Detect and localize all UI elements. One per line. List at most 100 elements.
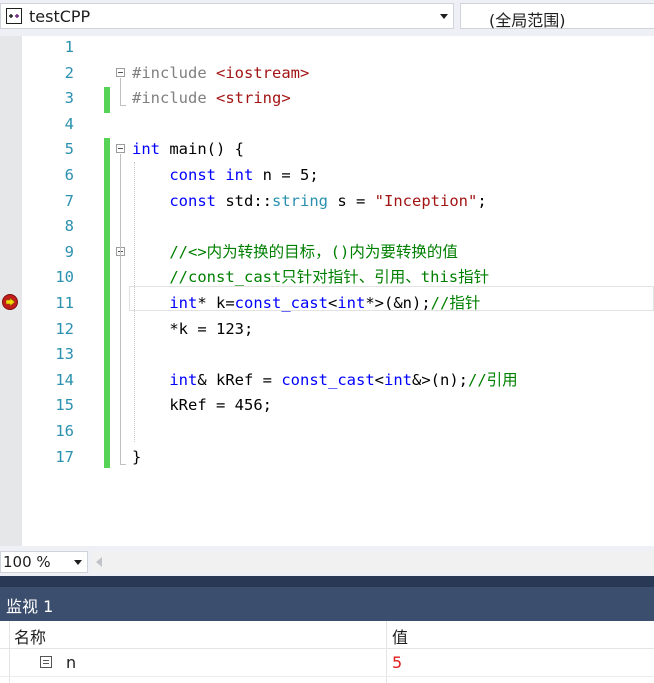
code-token: const bbox=[169, 191, 216, 210]
code-line[interactable]: 6 const int n = 5; bbox=[0, 163, 654, 189]
line-number: 2 bbox=[64, 63, 74, 82]
code-line[interactable]: 4 bbox=[0, 112, 654, 138]
column-divider bbox=[9, 621, 10, 649]
column-divider[interactable] bbox=[386, 621, 387, 649]
code-token: //引用 bbox=[468, 370, 518, 389]
panel-splitter[interactable] bbox=[0, 576, 654, 587]
project-name: testCPP bbox=[29, 7, 91, 26]
code-token: s = bbox=[328, 191, 375, 210]
line-number: 8 bbox=[64, 217, 74, 236]
code-token: #include bbox=[132, 89, 216, 108]
scope-name: (全局范围) bbox=[489, 11, 566, 30]
code-text[interactable]: const int n = 5; bbox=[132, 163, 319, 189]
code-text[interactable]: kRef = 456; bbox=[132, 393, 272, 419]
code-token: & kRef = bbox=[197, 370, 282, 389]
line-number: 16 bbox=[55, 422, 74, 440]
code-text[interactable]: *k = 123; bbox=[132, 317, 253, 343]
code-text[interactable]: int& kRef = const_cast<int&>(n);//引用 bbox=[132, 368, 518, 394]
code-token: < bbox=[374, 370, 384, 389]
code-token: < bbox=[327, 294, 338, 312]
line-number: 1 bbox=[64, 38, 74, 56]
code-token: int bbox=[384, 370, 412, 389]
code-line[interactable]: 14 int& kRef = const_cast<int&>(n);//引用 bbox=[0, 368, 654, 394]
horizontal-scrollbar[interactable] bbox=[92, 551, 654, 573]
line-number: 10 bbox=[55, 268, 74, 287]
code-token: <iostream> bbox=[216, 63, 310, 82]
code-line[interactable]: 8 bbox=[0, 214, 654, 240]
code-line[interactable]: 12 *k = 123; bbox=[0, 317, 654, 343]
code-token: int bbox=[225, 166, 254, 184]
watch-column-headers: 名称 值 bbox=[0, 621, 654, 649]
column-divider bbox=[9, 649, 10, 683]
code-text[interactable]: //<>内为转换的目标，()内为要转换的值 bbox=[132, 240, 458, 266]
code-token: main() { bbox=[160, 140, 244, 159]
line-number: 15 bbox=[55, 396, 74, 415]
code-token: #include bbox=[132, 63, 216, 82]
code-token: int bbox=[337, 294, 366, 312]
code-text[interactable]: int main() { bbox=[132, 137, 244, 163]
code-text[interactable]: #include <string> bbox=[132, 86, 291, 112]
code-line[interactable]: 10 //const_cast只针对指针、引用、this指针 bbox=[0, 265, 654, 291]
code-token: * k= bbox=[197, 294, 235, 312]
code-token: n = 5; bbox=[253, 166, 319, 184]
code-line[interactable]: 2 #include <iostream> bbox=[0, 61, 654, 87]
code-line[interactable]: 16 bbox=[0, 419, 654, 445]
zoom-value: 100 % bbox=[3, 553, 51, 571]
project-dropdown[interactable]: testCPP bbox=[0, 3, 454, 29]
code-token: //const_cast只针对指针、引用、this指针 bbox=[169, 268, 490, 287]
watch-title-bar[interactable]: 监视 1 bbox=[0, 587, 654, 621]
code-line[interactable]: 17} bbox=[0, 445, 654, 471]
code-line[interactable]: 9 //<>内为转换的目标，()内为要转换的值 bbox=[0, 240, 654, 266]
code-token: const_cast bbox=[281, 370, 375, 389]
code-token: } bbox=[132, 447, 142, 466]
line-number: 5 bbox=[64, 140, 74, 159]
line-number: 3 bbox=[64, 89, 74, 108]
watch-row[interactable]: n 5 bbox=[0, 649, 654, 683]
code-token: //指针 bbox=[430, 294, 481, 312]
code-line[interactable]: 11 int* k=const_cast<int*>(&n);//指针 bbox=[0, 291, 654, 317]
watch-row-name[interactable]: n bbox=[66, 653, 76, 672]
chevron-down-icon bbox=[74, 560, 82, 565]
line-number: 14 bbox=[55, 370, 74, 389]
cpp-project-icon bbox=[6, 8, 22, 24]
code-line[interactable]: 7 const std::string s = "Inception"; bbox=[0, 189, 654, 215]
code-line[interactable]: 15 kRef = 456; bbox=[0, 393, 654, 419]
line-number: 11 bbox=[55, 294, 74, 312]
code-line[interactable]: 13 bbox=[0, 342, 654, 368]
code-token: <string> bbox=[216, 89, 291, 108]
code-token: "Inception" bbox=[374, 191, 478, 210]
code-text[interactable]: } bbox=[132, 445, 141, 471]
code-line[interactable]: 5 int main() { bbox=[0, 137, 654, 163]
code-token: //<>内为转换的目标，()内为要转换的值 bbox=[169, 242, 458, 261]
code-token: ; bbox=[477, 191, 487, 210]
chevron-down-icon bbox=[440, 14, 448, 19]
code-token: &>(n); bbox=[412, 370, 468, 389]
code-token: *k = 123; bbox=[132, 319, 254, 338]
line-number: 9 bbox=[64, 242, 74, 261]
code-token: int bbox=[169, 294, 198, 312]
code-line[interactable]: 1 bbox=[0, 35, 654, 61]
column-header-name[interactable]: 名称 bbox=[14, 624, 46, 648]
code-line[interactable]: 3 #include <string> bbox=[0, 86, 654, 112]
code-text[interactable]: const std::string s = "Inception"; bbox=[132, 189, 487, 215]
watch-title: 监视 1 bbox=[6, 597, 54, 616]
column-header-value[interactable]: 值 bbox=[392, 624, 408, 648]
code-text[interactable]: //const_cast只针对指针、引用、this指针 bbox=[132, 265, 489, 291]
column-divider bbox=[386, 649, 387, 683]
watch-window: 监视 1 名称 值 n 5 bbox=[0, 587, 654, 683]
zoom-dropdown[interactable]: 100 % bbox=[0, 551, 88, 573]
line-number: 13 bbox=[55, 345, 74, 364]
code-editor[interactable]: 1 2 #include <iostream> 3 #include <string> 4… bbox=[0, 36, 654, 546]
scope-dropdown[interactable]: (全局范围) bbox=[460, 3, 654, 30]
scroll-left-icon[interactable] bbox=[96, 557, 102, 567]
watch-row-value[interactable]: 5 bbox=[392, 653, 402, 672]
code-text[interactable]: #include <iostream> bbox=[132, 61, 309, 87]
line-number: 6 bbox=[64, 166, 74, 184]
line-number: 17 bbox=[55, 447, 74, 466]
code-text[interactable]: int* k=const_cast<int*>(&n);//指针 bbox=[132, 291, 480, 317]
